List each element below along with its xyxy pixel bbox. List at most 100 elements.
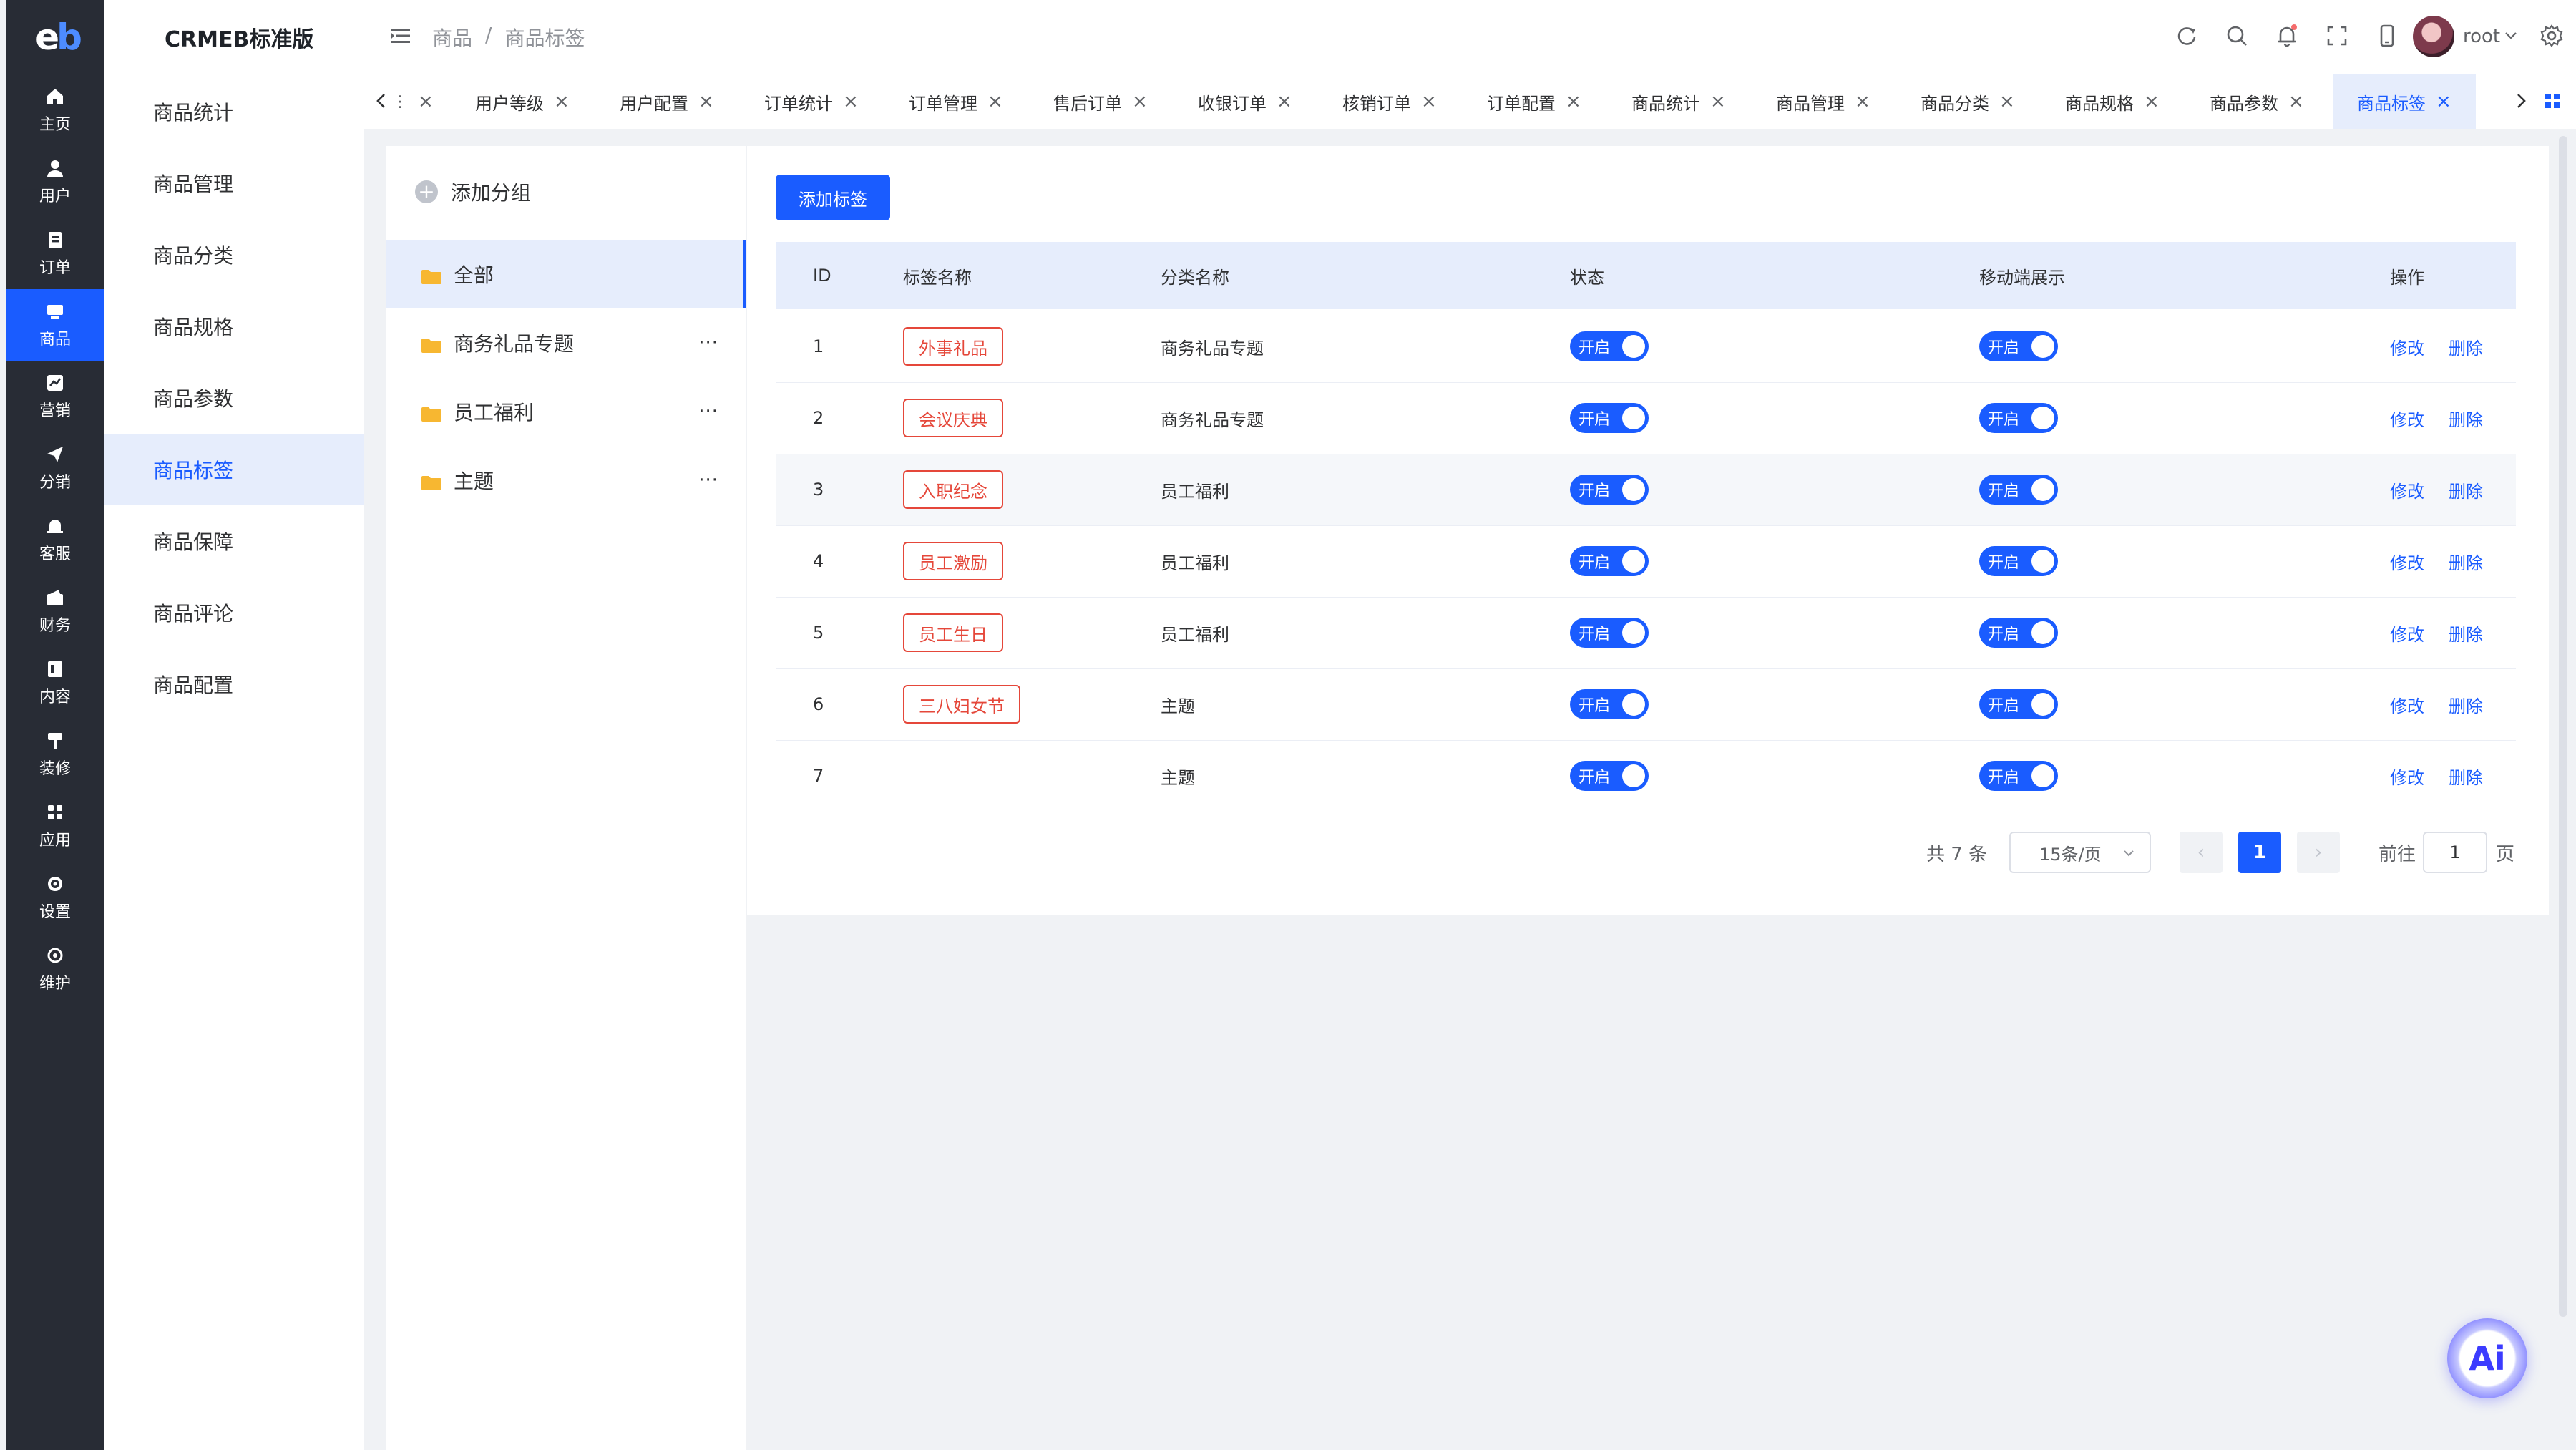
nav-item[interactable]: 分销 [6, 432, 104, 504]
tab-item[interactable]: 核销订单 × [1342, 74, 1437, 129]
tab-item[interactable]: 用户配置 × [620, 74, 714, 129]
mobile-display-switch[interactable]: 开启 [1979, 475, 2058, 505]
delete-link[interactable]: 删除 [2449, 382, 2483, 454]
tab-item[interactable]: 售后订单 × [1053, 74, 1148, 129]
goto-page-input[interactable]: 1 [2423, 832, 2487, 873]
group-item[interactable]: 员工福利 ··· [386, 378, 746, 445]
username[interactable]: root [2463, 26, 2500, 47]
group-item[interactable]: 主题 ··· [386, 447, 746, 514]
tab-item[interactable]: 商品管理 × [1776, 74, 1870, 129]
settings-icon[interactable] [2539, 23, 2565, 49]
close-icon[interactable]: × [1855, 91, 1870, 112]
edit-link[interactable]: 修改 [2390, 525, 2424, 597]
tab-item[interactable]: 商品规格 × [2065, 74, 2160, 129]
search-icon[interactable] [2224, 23, 2250, 49]
more-icon[interactable]: ··· [698, 401, 718, 422]
page-size-select[interactable]: 15条/页 [2009, 832, 2151, 873]
nav-item[interactable]: 客服 [6, 504, 104, 575]
submenu-item[interactable]: 商品保障 [104, 505, 364, 577]
edit-link[interactable]: 修改 [2390, 740, 2424, 812]
tab-item[interactable]: 商品标签 × [2333, 74, 2476, 129]
menu-toggle-icon[interactable] [389, 24, 412, 47]
close-icon[interactable]: × [1710, 91, 1726, 112]
close-icon[interactable]: × [1132, 91, 1148, 112]
edit-link[interactable]: 修改 [2390, 454, 2424, 525]
bell-icon[interactable] [2274, 23, 2300, 49]
mobile-display-switch[interactable]: 开启 [1979, 546, 2058, 576]
delete-link[interactable]: 删除 [2449, 668, 2483, 740]
submenu-item[interactable]: 商品分类 [104, 219, 364, 291]
grid-menu-icon[interactable] [2543, 92, 2562, 110]
tab-item[interactable]: 收银订单 × [1198, 74, 1292, 129]
status-switch[interactable]: 开启 [1570, 475, 1649, 505]
close-icon[interactable]: × [2288, 91, 2304, 112]
submenu-item[interactable]: 商品参数 [104, 362, 364, 434]
close-icon[interactable]: × [2144, 91, 2160, 112]
nav-item[interactable]: 用户 [6, 146, 104, 218]
nav-item[interactable]: 设置 [6, 862, 104, 933]
delete-link[interactable]: 删除 [2449, 454, 2483, 525]
more-icon[interactable]: ··· [698, 469, 718, 491]
tab-item[interactable]: 用户等级 × [475, 74, 570, 129]
status-switch[interactable]: 开启 [1570, 403, 1649, 433]
group-item[interactable]: 全部 [386, 240, 746, 308]
nav-item[interactable]: 财务 [6, 575, 104, 647]
close-icon[interactable]: × [1277, 91, 1292, 112]
avatar[interactable] [2413, 16, 2454, 57]
chevron-right-icon[interactable] [2510, 90, 2532, 112]
close-icon[interactable]: × [1566, 91, 1581, 112]
status-switch[interactable]: 开启 [1570, 761, 1649, 791]
close-icon[interactable]: × [1421, 91, 1437, 112]
delete-link[interactable]: 删除 [2449, 740, 2483, 812]
fullscreen-icon[interactable] [2324, 23, 2350, 49]
mobile-icon[interactable] [2374, 23, 2400, 49]
mobile-display-switch[interactable]: 开启 [1979, 689, 2058, 719]
tab-item[interactable]: 商品统计 × [1631, 74, 1726, 129]
close-icon[interactable]: × [554, 91, 570, 112]
edit-link[interactable]: 修改 [2390, 668, 2424, 740]
edit-link[interactable]: 修改 [2390, 382, 2424, 454]
edit-link[interactable]: 修改 [2390, 311, 2424, 382]
page-scrollbar[interactable] [2559, 136, 2567, 1317]
nav-item[interactable]: 装修 [6, 719, 104, 790]
prev-page-button[interactable]: ‹ [2180, 832, 2223, 873]
nav-item[interactable]: 商品 [6, 289, 104, 361]
close-icon[interactable]: × [987, 91, 1003, 112]
delete-link[interactable]: 删除 [2449, 597, 2483, 668]
page-number-button[interactable]: 1 [2238, 832, 2281, 873]
edit-link[interactable]: 修改 [2390, 597, 2424, 668]
nav-item[interactable]: 维护 [6, 933, 104, 1005]
submenu-item[interactable]: 商品标签 [104, 434, 364, 505]
chevron-down-icon[interactable] [2502, 26, 2520, 44]
tab-item[interactable]: 订单统计 × [764, 74, 859, 129]
ai-assistant-button[interactable]: Ai [2447, 1318, 2527, 1398]
close-icon[interactable]: × [698, 91, 714, 112]
mobile-display-switch[interactable]: 开启 [1979, 761, 2058, 791]
tab-partial[interactable]: ⋮ × [392, 74, 434, 129]
submenu-item[interactable]: 商品评论 [104, 577, 364, 648]
chevron-left-icon[interactable] [371, 90, 392, 112]
nav-item[interactable]: 内容 [6, 647, 104, 719]
refresh-icon[interactable] [2174, 23, 2200, 49]
tab-item[interactable]: 订单管理 × [909, 74, 1003, 129]
submenu-item[interactable]: 商品统计 [104, 76, 364, 147]
nav-item[interactable]: 主页 [6, 74, 104, 146]
nav-item[interactable]: 订单 [6, 218, 104, 289]
next-page-button[interactable]: › [2297, 832, 2340, 873]
status-switch[interactable]: 开启 [1570, 331, 1649, 361]
mobile-display-switch[interactable]: 开启 [1979, 618, 2058, 648]
tab-item[interactable]: 订单配置 × [1487, 74, 1581, 129]
mobile-display-switch[interactable]: 开启 [1979, 403, 2058, 433]
more-icon[interactable]: ··· [698, 332, 718, 354]
delete-link[interactable]: 删除 [2449, 525, 2483, 597]
close-icon[interactable]: × [418, 91, 434, 112]
nav-item[interactable]: 应用 [6, 790, 104, 862]
status-switch[interactable]: 开启 [1570, 618, 1649, 648]
tab-item[interactable]: 商品参数 × [2210, 74, 2304, 129]
add-tag-button[interactable]: 添加标签 [776, 175, 890, 220]
nav-item[interactable]: 营销 [6, 361, 104, 432]
status-switch[interactable]: 开启 [1570, 546, 1649, 576]
breadcrumb-item[interactable]: 商品 [432, 23, 472, 52]
close-icon[interactable]: × [843, 91, 859, 112]
app-logo[interactable]: eb [33, 16, 82, 59]
